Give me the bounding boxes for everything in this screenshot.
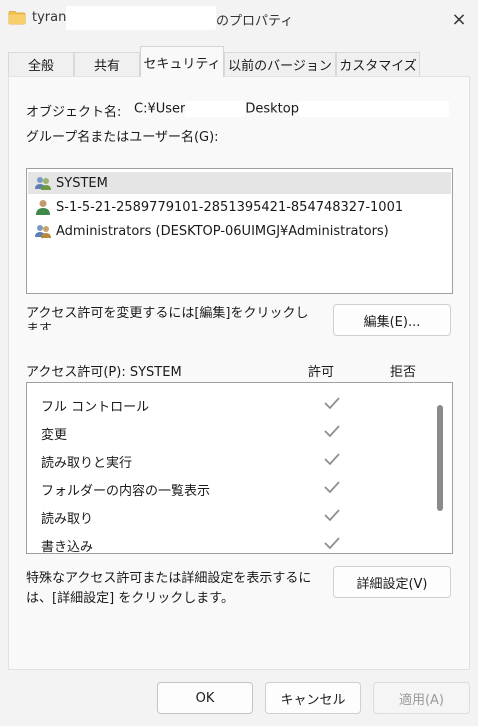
advanced-settings-text: 特殊なアクセス許可または詳細設定を表示するには、[詳細設定] をクリックします。: [26, 571, 312, 606]
check-icon: [324, 397, 340, 410]
window-title-suffix: のプロパティ: [216, 14, 294, 29]
check-icon: [324, 453, 340, 466]
permissions-label: アクセス許可(P): SYSTEM: [26, 365, 182, 380]
object-name-label: オブジェクト名:: [26, 105, 122, 120]
tab-security[interactable]: セキュリティ: [140, 46, 224, 77]
close-icon: ×: [451, 8, 467, 30]
redacted-area: [298, 101, 449, 117]
user-icon: [36, 200, 50, 215]
redacted-area: [66, 6, 216, 30]
check-icon: [324, 509, 340, 522]
table-row: 読み取りと実行: [41, 446, 441, 474]
tab-customize[interactable]: カスタマイズ: [336, 52, 420, 76]
table-row: 変更: [41, 418, 441, 446]
object-name-value: C:¥User Desktop: [134, 101, 449, 117]
tab-label: セキュリティ: [143, 56, 221, 72]
tab-general[interactable]: 全般: [8, 52, 74, 76]
tab-label: 共有: [93, 59, 120, 74]
list-item[interactable]: SYSTEM: [28, 172, 451, 194]
redacted-area: [185, 101, 246, 117]
principal-list[interactable]: SYSTEM S-1-5-21-2589779101-2851395421-85…: [26, 168, 453, 294]
check-icon: [324, 537, 340, 550]
allow-header: 許可: [308, 365, 335, 380]
close-button[interactable]: ×: [444, 6, 474, 32]
deny-header: 拒否: [390, 365, 417, 380]
list-item[interactable]: Administrators (DESKTOP-06UIMGJ¥Administ…: [28, 220, 451, 242]
group-list-label: グループ名またはユーザー名(G):: [26, 130, 219, 145]
edit-button[interactable]: 編集(E)...: [333, 304, 451, 336]
user-group-icon: [35, 177, 51, 190]
tab-label: カスタマイズ: [339, 59, 417, 74]
permissions-list[interactable]: フル コントロール 変更 読み取りと実行 フォルダーの内容の一覧表示 読み取り …: [26, 382, 453, 554]
tab-label: 以前のバージョン: [228, 59, 332, 74]
principal-name: S-1-5-21-2589779101-2851395421-854748327…: [56, 199, 404, 215]
table-row: フル コントロール: [41, 390, 441, 418]
table-row: 読み取り: [41, 502, 441, 530]
apply-button[interactable]: 適用(A): [373, 682, 470, 714]
folder-icon: [8, 11, 26, 25]
advanced-button[interactable]: 詳細設定(V): [333, 566, 451, 598]
permission-name: 読み取りと実行: [41, 456, 133, 471]
permission-name: 書き込み: [41, 540, 94, 554]
table-row: 書き込み: [41, 530, 441, 554]
cancel-button[interactable]: キャンセル: [265, 682, 361, 714]
tab-label: 全般: [27, 59, 54, 74]
check-icon: [324, 425, 340, 438]
permission-name: 読み取り: [41, 512, 94, 527]
object-name-prefix: C:¥User: [134, 101, 186, 117]
permission-name: 変更: [41, 428, 68, 443]
tab-previous-versions[interactable]: 以前のバージョン: [224, 52, 336, 76]
tab-sharing[interactable]: 共有: [74, 52, 140, 76]
permission-name: フォルダーの内容の一覧表示: [41, 484, 211, 499]
table-row: フォルダーの内容の一覧表示: [41, 474, 441, 502]
check-icon: [324, 481, 340, 494]
change-permissions-text: アクセス許可を変更するには[編集]をクリックします。: [26, 306, 309, 330]
ok-button[interactable]: OK: [157, 682, 253, 714]
permission-name: フル コントロール: [41, 400, 150, 415]
principal-name: Administrators (DESKTOP-06UIMGJ¥Administ…: [56, 223, 389, 239]
principal-name: SYSTEM: [56, 175, 108, 191]
user-group-icon: [35, 225, 51, 238]
title-bar: tyranc のプロパティ ×: [0, 0, 478, 38]
object-name-suffix: Desktop: [245, 101, 299, 117]
list-item[interactable]: S-1-5-21-2589779101-2851395421-854748327…: [28, 196, 451, 218]
scrollbar-thumb[interactable]: [437, 405, 443, 511]
